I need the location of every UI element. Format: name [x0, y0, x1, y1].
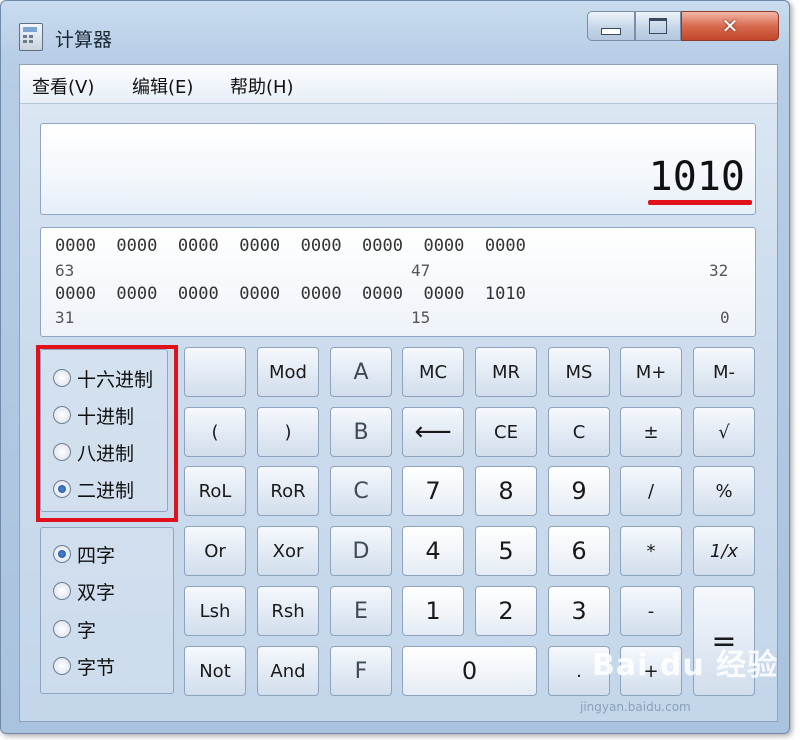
key-close-paren[interactable]: ): [257, 407, 319, 457]
key-9[interactable]: 9: [548, 466, 610, 516]
word-size-group: 四字 双字 字 字节: [40, 527, 174, 694]
minimize-button[interactable]: [587, 11, 635, 41]
key-reciprocal[interactable]: 1/x: [693, 526, 755, 576]
key-ms[interactable]: MS: [548, 347, 610, 397]
radio-dot: [53, 620, 71, 638]
key-divide[interactable]: /: [620, 466, 682, 516]
key-mod[interactable]: Mod: [257, 347, 319, 397]
key-lsh[interactable]: Lsh: [184, 586, 246, 636]
maximize-icon: [649, 18, 667, 34]
key-0[interactable]: 0: [402, 646, 537, 696]
key-1[interactable]: 1: [402, 586, 464, 636]
bit-row-low: 0000 0000 0000 0000 0000 0000 0000 1010: [55, 284, 526, 304]
calculator-body: 查看(V) 编辑(E) 帮助(H) 1010 0000 0000 0000 00…: [19, 64, 778, 722]
key-4[interactable]: 4: [402, 526, 464, 576]
radio-dot: [53, 657, 71, 675]
display-value: 1010: [648, 154, 745, 200]
watermark-url: jingyan.baidu.com: [580, 700, 691, 714]
key-ror[interactable]: RoR: [257, 466, 319, 516]
key-5[interactable]: 5: [475, 526, 537, 576]
key-mr[interactable]: MR: [475, 347, 537, 397]
bit-index-15: 15: [411, 308, 431, 327]
key-f[interactable]: F: [330, 646, 392, 696]
key-multiply[interactable]: *: [620, 526, 682, 576]
close-button[interactable]: ✕: [681, 11, 779, 41]
key-or[interactable]: Or: [184, 526, 246, 576]
key-percent[interactable]: %: [693, 466, 755, 516]
key-a[interactable]: A: [330, 347, 392, 397]
bit-row-high: 0000 0000 0000 0000 0000 0000 0000 0000: [55, 236, 526, 256]
radio-dot-selected: [53, 545, 71, 563]
key-plus-minus[interactable]: ±: [620, 407, 682, 457]
key-hex-c[interactable]: C: [330, 466, 392, 516]
display-annotation-underline: [648, 200, 752, 205]
radio-word[interactable]: 字: [53, 617, 97, 642]
key-subtract[interactable]: -: [620, 586, 682, 636]
key-not[interactable]: Not: [184, 646, 246, 696]
key-rsh[interactable]: Rsh: [257, 586, 319, 636]
key-3[interactable]: 3: [548, 586, 610, 636]
key-c[interactable]: C: [548, 407, 610, 457]
key-7[interactable]: 7: [402, 466, 464, 516]
key-blank[interactable]: [184, 347, 246, 397]
radio-dword[interactable]: 双字: [53, 579, 116, 604]
radio-label: 字节: [77, 656, 116, 679]
key-backspace[interactable]: ⟵: [402, 407, 464, 457]
radio-label: 字: [77, 619, 97, 642]
key-m-minus[interactable]: M-: [693, 347, 755, 397]
key-sqrt[interactable]: √: [693, 407, 755, 457]
maximize-button[interactable]: [635, 11, 681, 41]
bit-index-32: 32: [709, 261, 729, 280]
menu-bar: 查看(V) 编辑(E) 帮助(H): [20, 65, 777, 104]
radio-label: 四字: [77, 544, 116, 567]
key-2[interactable]: 2: [475, 586, 537, 636]
key-rol[interactable]: RoL: [184, 466, 246, 516]
radio-label: 双字: [77, 581, 116, 604]
bit-index-31: 31: [55, 308, 75, 327]
key-d[interactable]: D: [330, 526, 392, 576]
radio-qword[interactable]: 四字: [53, 542, 116, 567]
key-mc[interactable]: MC: [402, 347, 464, 397]
key-m-plus[interactable]: M+: [620, 347, 682, 397]
caption-buttons: ✕: [587, 11, 779, 41]
key-open-paren[interactable]: (: [184, 407, 246, 457]
watermark-text: Bai du 经验: [592, 648, 779, 683]
minimize-icon: [601, 27, 621, 35]
key-e[interactable]: E: [330, 586, 392, 636]
bit-display-panel: 0000 0000 0000 0000 0000 0000 0000 0000 …: [40, 227, 756, 337]
calculator-app-icon: [19, 23, 43, 51]
calculator-window: 计算器 ✕ 查看(V) 编辑(E) 帮助(H) 1010 0000 0000 0…: [0, 0, 790, 734]
window-title: 计算器: [55, 29, 113, 51]
close-icon: ✕: [721, 14, 739, 38]
annotation-highlight-box: [36, 345, 178, 522]
radio-dot: [53, 582, 71, 600]
key-6[interactable]: 6: [548, 526, 610, 576]
title-bar[interactable]: 计算器 ✕: [1, 1, 789, 63]
key-and[interactable]: And: [257, 646, 319, 696]
bit-index-47: 47: [411, 261, 431, 280]
radio-byte[interactable]: 字节: [53, 654, 116, 679]
key-b[interactable]: B: [330, 407, 392, 457]
key-ce[interactable]: CE: [475, 407, 537, 457]
menu-view[interactable]: 查看(V): [32, 73, 94, 99]
bit-index-0: 0: [720, 308, 730, 327]
menu-edit[interactable]: 编辑(E): [132, 73, 193, 99]
key-xor[interactable]: Xor: [257, 526, 319, 576]
key-8[interactable]: 8: [475, 466, 537, 516]
bit-index-63: 63: [55, 261, 75, 280]
menu-help[interactable]: 帮助(H): [230, 73, 294, 99]
